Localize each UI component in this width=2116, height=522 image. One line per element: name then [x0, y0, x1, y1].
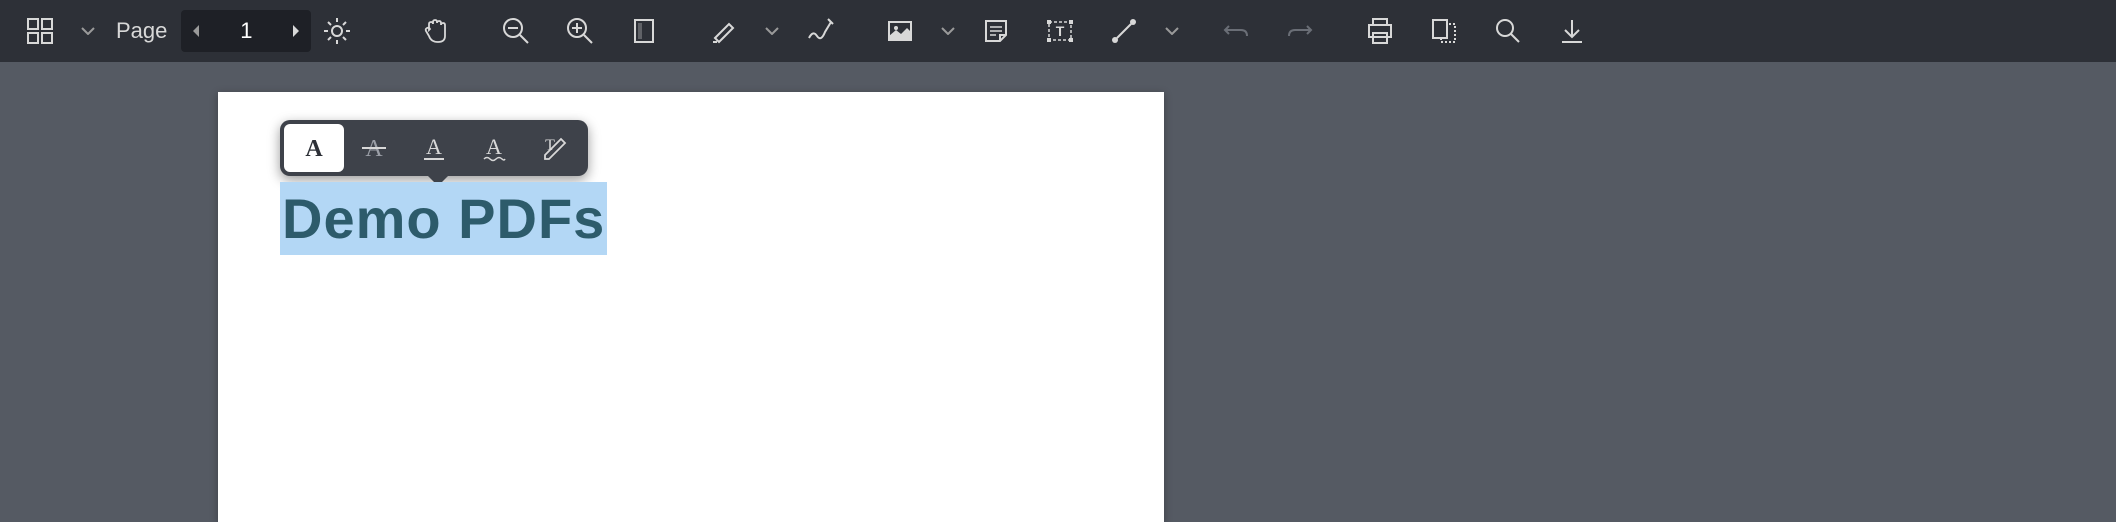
image-tool-button[interactable]: [870, 5, 930, 57]
undo-icon: [1221, 16, 1251, 46]
print-icon: [1365, 16, 1395, 46]
line-tool-button[interactable]: [1094, 5, 1154, 57]
copy-button[interactable]: [1414, 5, 1474, 57]
squiggly-a-icon: A: [479, 133, 509, 163]
page-input[interactable]: [211, 10, 281, 52]
text-tool-button[interactable]: T: [1030, 5, 1090, 57]
main-toolbar: Page of 5: [0, 0, 2116, 62]
svg-text:A: A: [486, 134, 502, 159]
highlight-annotation-button[interactable]: A: [284, 124, 344, 172]
pan-tool-button[interactable]: [406, 5, 466, 57]
workspace: A A A A: [0, 62, 2116, 522]
undo-button[interactable]: [1206, 5, 1266, 57]
download-button[interactable]: [1542, 5, 1602, 57]
page-navigation: [181, 10, 311, 52]
chevron-right-icon: [291, 24, 301, 38]
document-title: Demo PDFs: [282, 187, 605, 250]
thumbnails-button[interactable]: [10, 5, 70, 57]
line-dropdown[interactable]: [1158, 5, 1186, 57]
prev-page-button[interactable]: [181, 10, 211, 52]
redo-icon: [1285, 16, 1315, 46]
text-box-icon: T: [1045, 16, 1075, 46]
ink-tool-button[interactable]: [790, 5, 850, 57]
strikethrough-annotation-button[interactable]: A: [344, 124, 404, 172]
gear-icon: [322, 16, 352, 46]
chevron-down-icon: [1165, 27, 1179, 35]
thumbnails-icon: [26, 17, 54, 45]
hand-icon: [421, 16, 451, 46]
redact-icon: T: [539, 133, 569, 163]
thumbnails-dropdown[interactable]: [74, 5, 102, 57]
svg-text:T: T: [1056, 23, 1065, 39]
zoom-out-icon: [501, 16, 531, 46]
page-label: Page: [106, 18, 177, 44]
chevron-down-icon: [941, 27, 955, 35]
svg-text:A: A: [305, 136, 323, 162]
selected-text[interactable]: Demo PDFs: [280, 182, 607, 255]
chevron-left-icon: [191, 24, 201, 38]
squiggly-annotation-button[interactable]: A: [464, 124, 524, 172]
text-annotation-popup: A A A A: [280, 120, 588, 176]
zoom-out-button[interactable]: [486, 5, 546, 57]
print-button[interactable]: [1350, 5, 1410, 57]
next-page-button[interactable]: [281, 10, 311, 52]
settings-button[interactable]: [315, 5, 359, 57]
fit-icon: [629, 16, 659, 46]
highlight-dropdown[interactable]: [758, 5, 786, 57]
chevron-down-icon: [765, 27, 779, 35]
download-icon: [1557, 16, 1587, 46]
highlighter-icon: [709, 16, 739, 46]
copy-icon: [1429, 16, 1459, 46]
highlight-a-icon: A: [299, 133, 329, 163]
underline-annotation-button[interactable]: A: [404, 124, 464, 172]
chevron-down-icon: [81, 27, 95, 35]
note-tool-button[interactable]: [966, 5, 1026, 57]
redact-annotation-button[interactable]: T: [524, 124, 584, 172]
image-icon: [885, 16, 915, 46]
svg-text:A: A: [426, 134, 442, 159]
zoom-in-icon: [565, 16, 595, 46]
document-page[interactable]: A A A A: [218, 92, 1164, 522]
redo-button[interactable]: [1270, 5, 1330, 57]
zoom-in-button[interactable]: [550, 5, 610, 57]
line-icon: [1109, 16, 1139, 46]
highlight-tool-button[interactable]: [694, 5, 754, 57]
ink-icon: [805, 16, 835, 46]
fit-width-button[interactable]: [614, 5, 674, 57]
strikethrough-a-icon: A: [359, 133, 389, 163]
image-dropdown[interactable]: [934, 5, 962, 57]
underline-a-icon: A: [419, 133, 449, 163]
note-icon: [981, 16, 1011, 46]
search-icon: [1493, 16, 1523, 46]
search-button[interactable]: [1478, 5, 1538, 57]
